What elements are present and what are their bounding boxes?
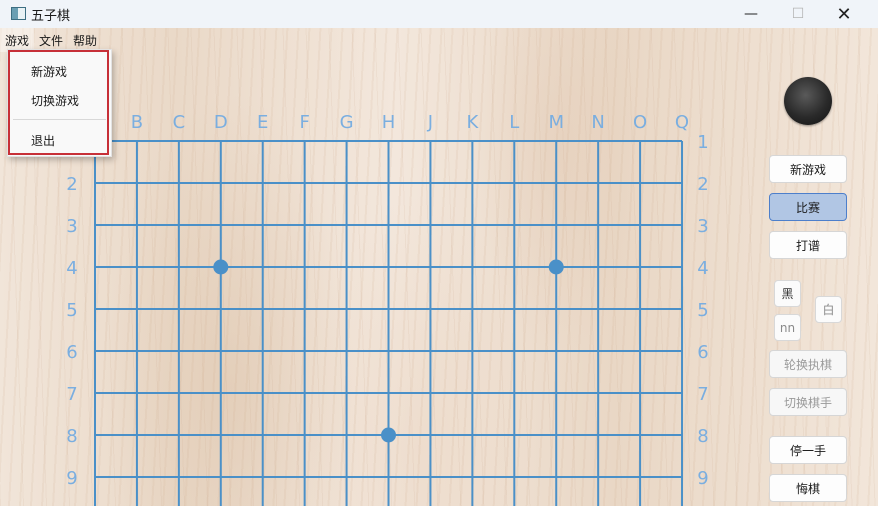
column-label: D xyxy=(214,112,228,133)
nn-player-button[interactable]: nn xyxy=(774,314,801,341)
row-label-left: 7 xyxy=(66,384,77,405)
go-board[interactable]: B C D E F G H J K L M N O Q1 2 3 4 5 6 7 8 9 2 3 4 5 6 7 8 9 xyxy=(0,28,878,506)
column-label: K xyxy=(466,112,479,133)
row-label-left: 8 xyxy=(66,426,77,447)
row-label-right: 7 xyxy=(697,384,708,405)
menu-item-switch-game[interactable]: 切换游戏 xyxy=(31,92,79,109)
undo-button[interactable]: 悔棋 xyxy=(769,474,847,502)
row-label-left: 6 xyxy=(66,342,77,363)
rotate-turn-button[interactable]: 轮换执棋 xyxy=(769,350,847,378)
column-label: J xyxy=(427,112,433,133)
row-label-right: 3 xyxy=(697,216,708,237)
column-label: C xyxy=(173,112,186,133)
row-label-right: 9 xyxy=(697,468,708,489)
row-label-right: 2 xyxy=(697,174,708,195)
column-label: L xyxy=(509,112,519,133)
star-point xyxy=(213,259,229,275)
client-area: BCDEFGHJKLMNOQ12345678923456789 游戏 文件 帮助… xyxy=(0,28,878,506)
match-button[interactable]: 比赛 xyxy=(769,193,847,221)
row-label-left: 9 xyxy=(66,468,77,489)
column-label: M xyxy=(548,112,564,133)
black-player-button[interactable]: 黑 xyxy=(774,280,801,307)
row-label-right: 1 xyxy=(697,132,708,153)
row-label-right: 8 xyxy=(697,426,708,447)
row-label-left: 5 xyxy=(66,300,77,321)
row-label-left: 2 xyxy=(66,174,77,195)
row-label-right: 6 xyxy=(697,342,708,363)
maximize-button[interactable]: ☐ xyxy=(775,0,821,28)
menu-item-exit[interactable]: 退出 xyxy=(31,132,55,149)
column-label: O xyxy=(633,112,647,133)
white-player-button[interactable]: 白 xyxy=(815,296,842,323)
column-label: E xyxy=(257,112,268,133)
column-label: H xyxy=(382,112,396,133)
column-label: B xyxy=(131,112,143,133)
record-button[interactable]: 打谱 xyxy=(769,231,847,259)
column-label: N xyxy=(591,112,604,133)
star-point xyxy=(381,427,397,443)
star-point xyxy=(548,259,564,275)
title-bar: 五子棋 — ☐ ✕ xyxy=(0,0,878,28)
column-label: F xyxy=(299,112,309,133)
current-stone-indicator xyxy=(784,77,832,125)
pass-button[interactable]: 停一手 xyxy=(769,436,847,464)
close-button[interactable]: ✕ xyxy=(821,0,867,28)
minimize-button[interactable]: — xyxy=(728,0,774,28)
new-game-button[interactable]: 新游戏 xyxy=(769,155,847,183)
menu-item-new-game[interactable]: 新游戏 xyxy=(31,63,67,80)
row-label-right: 4 xyxy=(697,258,708,279)
app-icon xyxy=(11,7,26,20)
column-label: Q xyxy=(675,112,689,133)
switch-player-button[interactable]: 切换棋手 xyxy=(769,388,847,416)
column-label: G xyxy=(340,112,354,133)
row-label-left: 3 xyxy=(66,216,77,237)
row-label-left: 4 xyxy=(66,258,77,279)
menu-separator xyxy=(13,119,106,120)
game-menu-dropdown: 新游戏 切换游戏 退出 xyxy=(7,49,112,157)
row-label-right: 5 xyxy=(697,300,708,321)
window-title: 五子棋 xyxy=(31,9,71,24)
